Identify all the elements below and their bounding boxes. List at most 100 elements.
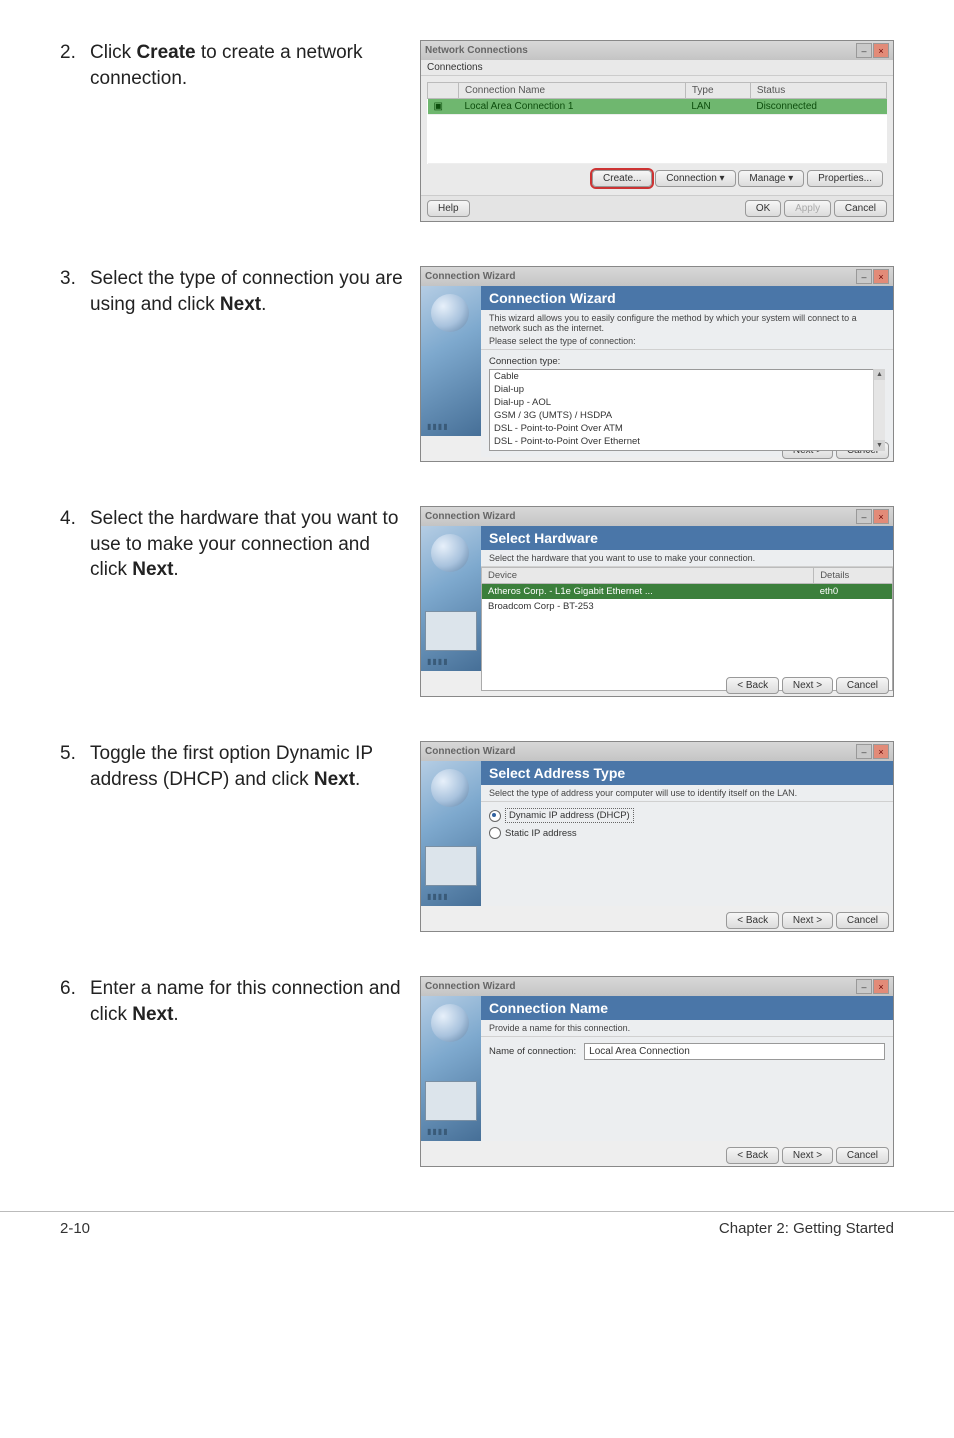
connection-button[interactable]: Connection ▾ xyxy=(655,170,735,187)
wizard-title: Connection Name xyxy=(481,996,893,1020)
cancel-button[interactable]: Cancel xyxy=(836,912,889,929)
step-number: 3. xyxy=(60,266,90,317)
network-connections-window: Network Connections – × Connections Conn… xyxy=(420,40,894,222)
monitor-icon xyxy=(425,846,477,886)
minimize-icon[interactable]: – xyxy=(856,744,872,759)
cancel-button[interactable]: Cancel xyxy=(834,200,887,217)
connection-wizard-window: Connection Wizard – × ▮▮▮▮ Connection Na… xyxy=(420,976,894,1167)
properties-button[interactable]: Properties... xyxy=(807,170,883,187)
connection-wizard-window: Connection Wizard – × ▮▮▮▮ Connection Wi… xyxy=(420,266,894,462)
static-label: Static IP address xyxy=(505,828,577,839)
window-title: Connection Wizard xyxy=(425,981,515,992)
next-button[interactable]: Next > xyxy=(782,912,833,929)
cancel-button[interactable]: Cancel xyxy=(836,677,889,694)
connections-menu[interactable]: Connections xyxy=(421,60,893,76)
step-number: 2. xyxy=(60,40,90,91)
cancel-button[interactable]: Cancel xyxy=(836,1147,889,1164)
help-button[interactable]: Help xyxy=(427,200,470,217)
back-button[interactable]: < Back xyxy=(726,912,779,929)
close-icon[interactable]: × xyxy=(873,744,889,759)
monitor-icon xyxy=(425,1081,477,1121)
chapter-title: Chapter 2: Getting Started xyxy=(719,1220,894,1237)
scroll-down-icon[interactable]: ▼ xyxy=(874,440,885,451)
connection-name-input[interactable]: Local Area Connection xyxy=(584,1043,885,1060)
connection-type-label: Connection type: xyxy=(489,356,885,367)
plug-icon: ▮▮▮▮ xyxy=(427,892,471,904)
dhcp-radio[interactable]: Dynamic IP address (DHCP) xyxy=(489,808,885,823)
table-row[interactable]: ▣ Local Area Connection 1 LAN Disconnect… xyxy=(428,99,887,115)
wizard-description: Select the type of address your computer… xyxy=(481,785,893,802)
globe-icon xyxy=(431,534,469,572)
manage-button[interactable]: Manage ▾ xyxy=(738,170,804,187)
back-button[interactable]: < Back xyxy=(726,1147,779,1164)
list-item[interactable]: DSL - Point-to-Point Over Ethernet xyxy=(490,435,884,448)
hardware-table: Device Details Atheros Corp. - L1e Gigab… xyxy=(481,567,893,691)
minimize-icon[interactable]: – xyxy=(856,43,872,58)
table-row[interactable]: Atheros Corp. - L1e Gigabit Ethernet ...… xyxy=(482,584,893,600)
create-button[interactable]: Create... xyxy=(592,170,652,187)
col-type: Type xyxy=(685,83,750,99)
wizard-description: This wizard allows you to easily configu… xyxy=(481,310,893,350)
step-4-text: 4. Select the hardware that you want to … xyxy=(60,506,410,583)
wizard-title: Select Address Type xyxy=(481,761,893,785)
next-button[interactable]: Next > xyxy=(782,677,833,694)
close-icon[interactable]: × xyxy=(873,43,889,58)
globe-icon xyxy=(431,294,469,332)
close-icon[interactable]: × xyxy=(873,269,889,284)
col-details: Details xyxy=(814,568,893,584)
page-footer: 2-10 Chapter 2: Getting Started xyxy=(0,1211,954,1267)
name-label: Name of connection: xyxy=(489,1046,576,1057)
page-number: 2-10 xyxy=(60,1220,90,1237)
globe-icon xyxy=(431,769,469,807)
step-body: Select the hardware that you want to use… xyxy=(90,506,410,583)
step-number: 4. xyxy=(60,506,90,583)
wizard-sidebar-image: ▮▮▮▮ xyxy=(421,996,481,1141)
step-3-text: 3. Select the type of connection you are… xyxy=(60,266,410,317)
connection-type-listbox[interactable]: Cable Dial-up Dial-up - AOL GSM / 3G (UM… xyxy=(489,369,885,451)
ok-button[interactable]: OK xyxy=(745,200,781,217)
scroll-up-icon[interactable]: ▲ xyxy=(874,369,885,380)
back-button[interactable]: < Back xyxy=(726,677,779,694)
list-item[interactable]: Dial-up xyxy=(490,383,884,396)
list-item[interactable]: Dial-up - AOL xyxy=(490,396,884,409)
step-body: Toggle the first option Dynamic IP addre… xyxy=(90,741,410,792)
scrollbar[interactable]: ▲ ▼ xyxy=(873,369,885,451)
col-device: Device xyxy=(482,568,814,584)
step-number: 6. xyxy=(60,976,90,1027)
col-status: Status xyxy=(750,83,886,99)
close-icon[interactable]: × xyxy=(873,509,889,524)
next-button[interactable]: Next > xyxy=(782,1147,833,1164)
list-item[interactable]: DSL - Point-to-Point Over ATM xyxy=(490,422,884,435)
col-name: Connection Name xyxy=(459,83,686,99)
list-item[interactable]: Wireless Point-to-Point Over Ethernet xyxy=(490,448,884,451)
connection-icon: ▣ xyxy=(428,99,459,115)
wizard-sidebar-image: ▮▮▮▮ xyxy=(421,286,481,436)
table-row[interactable]: Broadcom Corp - BT-253 xyxy=(482,599,893,614)
globe-icon xyxy=(431,1004,469,1042)
list-item[interactable]: GSM / 3G (UMTS) / HSDPA xyxy=(490,409,884,422)
step-number: 5. xyxy=(60,741,90,792)
wizard-title: Select Hardware xyxy=(481,526,893,550)
connection-wizard-window: Connection Wizard – × ▮▮▮▮ Select Hardwa… xyxy=(420,506,894,697)
wizard-sidebar-image: ▮▮▮▮ xyxy=(421,761,481,906)
minimize-icon[interactable]: – xyxy=(856,269,872,284)
dhcp-label: Dynamic IP address (DHCP) xyxy=(505,808,634,823)
step-body: Select the type of connection you are us… xyxy=(90,266,410,317)
step-body: Enter a name for this connection and cli… xyxy=(90,976,410,1027)
connections-table: Connection Name Type Status ▣ Local Area… xyxy=(427,82,887,164)
radio-icon xyxy=(489,810,501,822)
plug-icon: ▮▮▮▮ xyxy=(427,1127,471,1139)
wizard-description: Provide a name for this connection. xyxy=(481,1020,893,1037)
wizard-description: Select the hardware that you want to use… xyxy=(481,550,893,567)
list-item[interactable]: Cable xyxy=(490,370,884,383)
plug-icon: ▮▮▮▮ xyxy=(427,657,471,669)
wizard-sidebar-image: ▮▮▮▮ xyxy=(421,526,481,671)
step-body: Click Create to create a network connect… xyxy=(90,40,410,91)
minimize-icon[interactable]: – xyxy=(856,979,872,994)
static-radio[interactable]: Static IP address xyxy=(489,827,885,839)
close-icon[interactable]: × xyxy=(873,979,889,994)
minimize-icon[interactable]: – xyxy=(856,509,872,524)
step-5-text: 5. Toggle the first option Dynamic IP ad… xyxy=(60,741,410,792)
window-title: Connection Wizard xyxy=(425,746,515,757)
apply-button: Apply xyxy=(784,200,831,217)
